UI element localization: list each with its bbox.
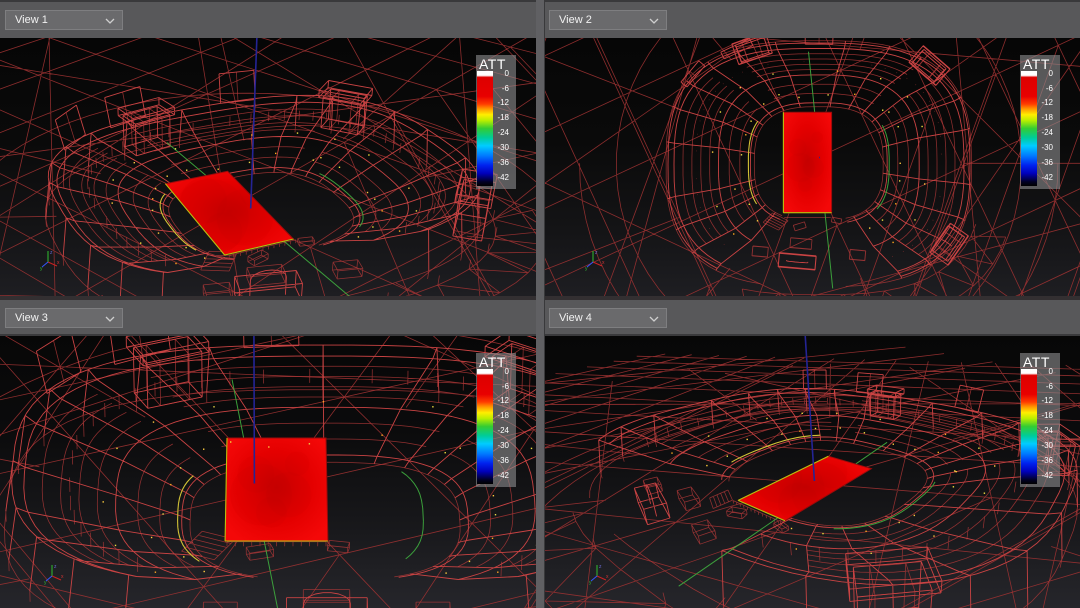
svg-text:x: x (602, 260, 605, 266)
svg-text:z: z (50, 250, 53, 256)
svg-text:z: z (54, 564, 57, 570)
svg-text:x: x (606, 574, 609, 580)
svg-text:x: x (57, 260, 60, 266)
svg-text:x: x (61, 574, 64, 580)
svg-text:z: z (599, 564, 602, 570)
